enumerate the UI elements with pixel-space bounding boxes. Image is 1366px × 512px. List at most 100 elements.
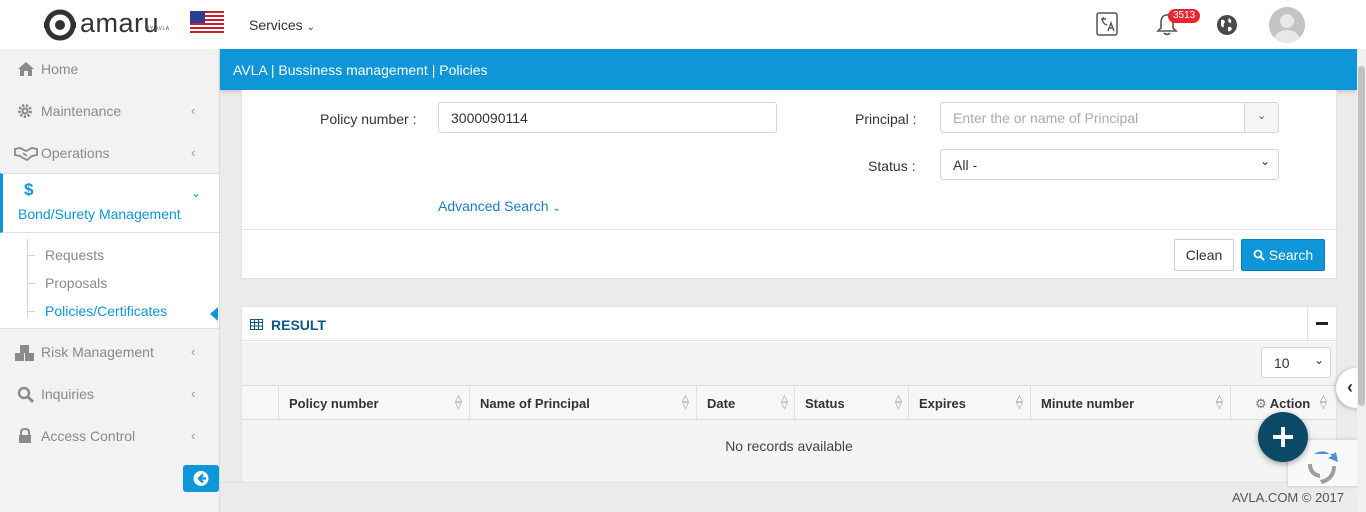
sidebar-item-access-control[interactable]: Access Control ‹ xyxy=(0,416,219,458)
column-label: Status xyxy=(805,396,845,411)
chevron-down-icon: ⌄ xyxy=(1257,110,1267,122)
chevron-left-icon: ‹ xyxy=(191,103,196,118)
sort-icon: △ ▽ xyxy=(455,393,462,410)
result-body: 10 ⌄ Policy number △ ▽ Name of Principal … xyxy=(242,342,1336,482)
collapse-sidebar-button[interactable] xyxy=(183,465,219,492)
result-panel: RESULT 10 ⌄ Policy number △ ▽ Name of Pri… xyxy=(241,306,1337,482)
footer: AVLA.COM © 2017 xyxy=(220,482,1357,512)
top-bar: amaru BY AVLA Services ⌄ 3513 xyxy=(0,0,1366,49)
submenu-dash xyxy=(27,255,35,256)
sidebar-item-label: Access Control xyxy=(41,428,136,444)
search-panel: Policy number : 3000090114 Principal : E… xyxy=(241,90,1338,279)
sidebar: Home Maintenance ‹ Operations ‹ $ Bond/S… xyxy=(0,49,220,512)
chevron-left-icon: ‹ xyxy=(191,428,196,443)
empty-state: No records available xyxy=(725,438,853,454)
submenu-item-requests[interactable]: Requests xyxy=(45,247,104,263)
add-fab-button[interactable] xyxy=(1258,412,1308,462)
search-icon xyxy=(17,386,35,404)
chevron-left-icon: ‹ xyxy=(191,344,196,359)
sidebar-item-operations[interactable]: Operations ‹ xyxy=(0,133,219,175)
page-size-select[interactable]: 10 ⌄ xyxy=(1261,347,1331,378)
chevron-down-icon: ⌄ xyxy=(1259,154,1270,168)
minus-icon xyxy=(1316,322,1328,325)
sidebar-item-label: Maintenance xyxy=(41,103,122,119)
column-header-expires[interactable]: Expires △ ▽ xyxy=(908,386,1030,419)
collapse-result-button[interactable] xyxy=(1307,307,1337,341)
column-label: Name of Principal xyxy=(480,396,590,411)
sort-icon: △ ▽ xyxy=(895,393,902,410)
table-icon xyxy=(250,318,263,333)
logo-mark-icon xyxy=(44,9,76,41)
submenu-dash xyxy=(27,283,35,284)
status-select[interactable]: All - ⌄ xyxy=(940,149,1279,180)
translate-icon[interactable] xyxy=(1096,12,1118,39)
column-label: Policy number xyxy=(289,396,379,411)
bond-submenu: Requests Proposals Policies/Certificates xyxy=(0,233,219,329)
sort-icon: △ ▽ xyxy=(682,393,689,410)
gear-icon: ⚙ xyxy=(1255,396,1267,411)
sidebar-item-label: Operations xyxy=(41,145,110,161)
clean-button[interactable]: Clean xyxy=(1174,239,1234,271)
cubes-icon xyxy=(14,344,34,362)
submenu-item-proposals[interactable]: Proposals xyxy=(45,275,107,291)
chevron-down-icon: ⌄ xyxy=(552,203,561,214)
page-size-value: 10 xyxy=(1274,355,1290,371)
search-button[interactable]: Search xyxy=(1241,239,1325,271)
sort-icon: △ ▽ xyxy=(1216,393,1223,410)
sidebar-item-home[interactable]: Home xyxy=(0,49,219,91)
column-header-date[interactable]: Date △ ▽ xyxy=(696,386,794,419)
submenu-item-policies[interactable]: Policies/Certificates xyxy=(45,303,167,319)
sort-icon: △ ▽ xyxy=(1016,393,1023,410)
logo[interactable]: amaru xyxy=(44,9,159,41)
dollar-icon: $ xyxy=(24,180,34,199)
sort-icon: △ ▽ xyxy=(1320,393,1327,410)
scrollbar-thumb[interactable] xyxy=(1358,66,1365,406)
breadcrumb: AVLA | Bussiness management | Policies xyxy=(233,62,488,78)
copyright: AVLA.COM © 2017 xyxy=(1232,490,1344,505)
advanced-search-link[interactable]: Advanced Search ⌄ xyxy=(438,198,561,214)
gear-icon xyxy=(17,103,35,121)
column-label: Action xyxy=(1269,396,1311,411)
logo-text: amaru xyxy=(80,8,160,38)
user-avatar[interactable] xyxy=(1269,7,1305,43)
handshake-icon xyxy=(14,145,38,163)
column-header-status[interactable]: Status △ ▽ xyxy=(794,386,908,419)
chevron-left-icon: ‹ xyxy=(1347,377,1353,397)
principal-dropdown-button[interactable]: ⌄ xyxy=(1244,102,1279,133)
active-caret-icon xyxy=(210,307,218,321)
result-header: RESULT xyxy=(242,307,1336,341)
search-button-label: Search xyxy=(1268,247,1314,263)
sidebar-item-bond-surety[interactable]: $ Bond/Surety Management ⌄ xyxy=(0,173,219,233)
chevron-left-icon: ‹ xyxy=(191,386,196,401)
services-menu[interactable]: Services ⌄ xyxy=(249,17,315,33)
chevron-down-icon: ⌄ xyxy=(191,186,202,200)
sidebar-item-label: Home xyxy=(41,61,79,77)
sidebar-item-label: Bond/Surety Management xyxy=(18,206,181,222)
chevron-left-icon: ‹ xyxy=(191,145,196,160)
search-icon xyxy=(1253,247,1269,263)
result-title: RESULT xyxy=(271,317,326,333)
column-header-policy-number[interactable]: Policy number △ ▽ xyxy=(278,386,469,419)
sidebar-item-risk-management[interactable]: Risk Management ‹ xyxy=(0,332,219,374)
column-label: Expires xyxy=(919,396,966,411)
sidebar-item-maintenance[interactable]: Maintenance ‹ xyxy=(0,91,219,133)
column-header-minute-number[interactable]: Minute number △ ▽ xyxy=(1030,386,1230,419)
status-value: All - xyxy=(953,157,978,173)
policy-number-input[interactable]: 3000090114 xyxy=(438,102,777,133)
submenu-tree-line xyxy=(27,239,28,317)
sidebar-item-inquiries[interactable]: Inquiries ‹ xyxy=(0,374,219,416)
submenu-dash xyxy=(27,311,35,312)
column-label: Date xyxy=(707,396,736,411)
sidebar-item-label: Inquiries xyxy=(41,386,94,402)
column-header-name-of-principal[interactable]: Name of Principal △ ▽ xyxy=(469,386,696,419)
notification-badge: 3513 xyxy=(1168,9,1201,23)
sort-icon: △ ▽ xyxy=(781,393,788,410)
principal-input[interactable]: Enter the or name of Principal xyxy=(940,102,1245,133)
advanced-search-label: Advanced Search xyxy=(438,198,549,214)
chevron-down-icon: ⌄ xyxy=(306,22,315,33)
chevron-down-icon: ⌄ xyxy=(1313,353,1324,367)
us-flag-icon[interactable] xyxy=(190,11,224,35)
principal-label: Principal : xyxy=(855,111,917,127)
globe-icon[interactable] xyxy=(1216,14,1238,39)
policy-number-label: Policy number : xyxy=(320,111,417,127)
